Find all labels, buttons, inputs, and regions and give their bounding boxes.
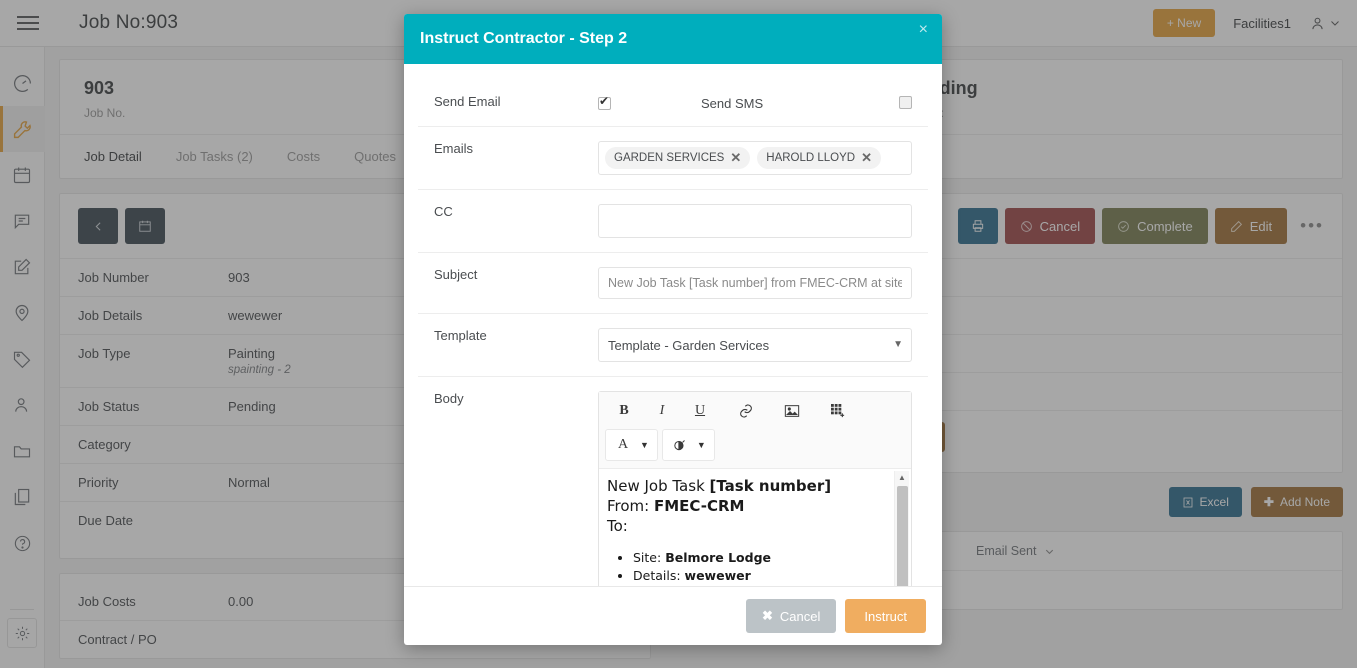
body-control: B I U A ▼ ▼ New Job Task [Task number] F… xyxy=(598,391,928,586)
email-chip-label: GARDEN SERVICES xyxy=(614,152,725,164)
bullet-value: Belmore Lodge xyxy=(665,549,772,565)
instruct-button[interactable]: Instruct xyxy=(845,599,926,633)
send-sms-label: Send SMS xyxy=(701,95,764,111)
body-label: Body xyxy=(434,391,464,406)
cancel-button[interactable]: ✖ Cancel xyxy=(746,599,837,633)
cc-input[interactable] xyxy=(598,204,912,238)
modal-body: Send Email Send SMS Emails GARDEN SERVIC… xyxy=(404,64,942,586)
send-sms-checkbox-wrap xyxy=(899,94,912,112)
cancel-button-label: Cancel xyxy=(779,608,821,624)
highlight-color-icon[interactable] xyxy=(663,430,697,460)
list-item: Site: Belmore Lodge xyxy=(633,550,901,567)
chevron-down-icon[interactable]: ▼ xyxy=(640,440,657,450)
template-select-wrap: Template - Garden Services ▼ xyxy=(598,328,912,362)
font-color-icon[interactable]: A xyxy=(606,430,640,460)
editor-toolbar-row-1: B I U xyxy=(605,396,905,426)
list-item: Details: wewewer xyxy=(633,568,901,585)
body-line-1: New Job Task [Task number] xyxy=(607,477,901,497)
editor-toolbar-row-2: A ▼ ▼ xyxy=(605,426,905,464)
scroll-up-icon[interactable]: ▲ xyxy=(898,471,906,484)
bullet-label: Details: xyxy=(633,567,685,583)
italic-icon[interactable]: I xyxy=(643,396,681,426)
template-control: Template - Garden Services ▼ xyxy=(598,328,928,362)
cc-label: CC xyxy=(434,204,453,219)
bullet-label: Site: xyxy=(633,549,666,565)
remove-chip-icon[interactable]: ✕ xyxy=(730,150,741,166)
emails-input[interactable]: GARDEN SERVICES ✕ HAROLD LLOYD ✕ xyxy=(598,141,912,175)
send-options-controls: Send SMS xyxy=(598,94,928,112)
editor-scrollbar[interactable]: ▲ ▼ xyxy=(894,471,909,586)
close-icon[interactable]: × xyxy=(919,22,928,38)
editor-content: New Job Task [Task number] From: FMEC-CR… xyxy=(607,477,901,586)
editor-content-area[interactable]: New Job Task [Task number] From: FMEC-CR… xyxy=(599,469,911,586)
email-chip[interactable]: GARDEN SERVICES ✕ xyxy=(605,147,751,169)
scrollbar-thumb[interactable] xyxy=(896,486,908,586)
x-icon: ✖ xyxy=(762,608,773,623)
subject-control xyxy=(598,267,928,299)
body-line-3: To: xyxy=(607,516,628,535)
underline-icon[interactable]: U xyxy=(681,396,719,426)
body-line-2: From: FMEC-CRM xyxy=(607,497,901,517)
subject-row: Subject xyxy=(418,253,928,314)
body-row: Body B I U A ▼ ▼ New Job Task [Task numb… xyxy=(418,377,928,586)
app-root: Job No:903 + New Facilities1 903 Job No.… xyxy=(0,0,1357,668)
template-row: Template Template - Garden Services ▼ xyxy=(418,314,928,377)
send-email-checkbox[interactable] xyxy=(598,94,611,110)
bullet-value: wewewer xyxy=(684,567,751,583)
image-icon[interactable] xyxy=(773,396,811,426)
modal-header: Instruct Contractor - Step 2 × xyxy=(404,14,942,64)
instruct-contractor-modal: Instruct Contractor - Step 2 × Send Emai… xyxy=(404,14,942,645)
emails-row: Emails GARDEN SERVICES ✕ HAROLD LLOYD ✕ xyxy=(418,127,928,190)
send-sms-checkbox[interactable] xyxy=(899,96,912,110)
body-line-1-plain: New Job Task xyxy=(607,477,710,495)
email-chip-label: HAROLD LLOYD xyxy=(766,152,856,164)
table-icon[interactable] xyxy=(819,396,857,426)
template-label: Template xyxy=(434,328,487,343)
email-chip[interactable]: HAROLD LLOYD ✕ xyxy=(757,147,882,169)
rich-text-editor: B I U A ▼ ▼ New Job Task [Task number] F… xyxy=(598,391,912,586)
body-line-1-bold: [Task number] xyxy=(709,477,832,495)
bold-icon[interactable]: B xyxy=(605,396,643,426)
body-line-2-plain: From: xyxy=(607,496,654,515)
modal-title: Instruct Contractor - Step 2 xyxy=(420,30,628,47)
send-options-row: Send Email Send SMS xyxy=(418,80,928,127)
subject-label: Subject xyxy=(434,267,478,282)
subject-input[interactable] xyxy=(598,267,912,299)
link-icon[interactable] xyxy=(727,396,765,426)
highlight-color-control[interactable]: ▼ xyxy=(661,429,715,461)
cc-control xyxy=(598,204,928,238)
send-email-label: Send Email xyxy=(434,94,501,109)
template-select[interactable]: Template - Garden Services xyxy=(598,328,912,362)
modal-footer: ✖ Cancel Instruct xyxy=(404,586,942,645)
remove-chip-icon[interactable]: ✕ xyxy=(861,150,872,166)
chevron-down-icon[interactable]: ▼ xyxy=(697,440,714,450)
editor-toolbar: B I U A ▼ ▼ xyxy=(599,392,911,469)
font-color-control[interactable]: A ▼ xyxy=(605,429,658,461)
emails-label: Emails xyxy=(434,141,474,156)
emails-control: GARDEN SERVICES ✕ HAROLD LLOYD ✕ xyxy=(598,141,928,175)
body-line-2-bold: FMEC-CRM xyxy=(654,496,745,515)
cc-row: CC xyxy=(418,190,928,253)
body-bullet-list: Site: Belmore Lodge Details: wewewer Loc… xyxy=(633,550,901,586)
